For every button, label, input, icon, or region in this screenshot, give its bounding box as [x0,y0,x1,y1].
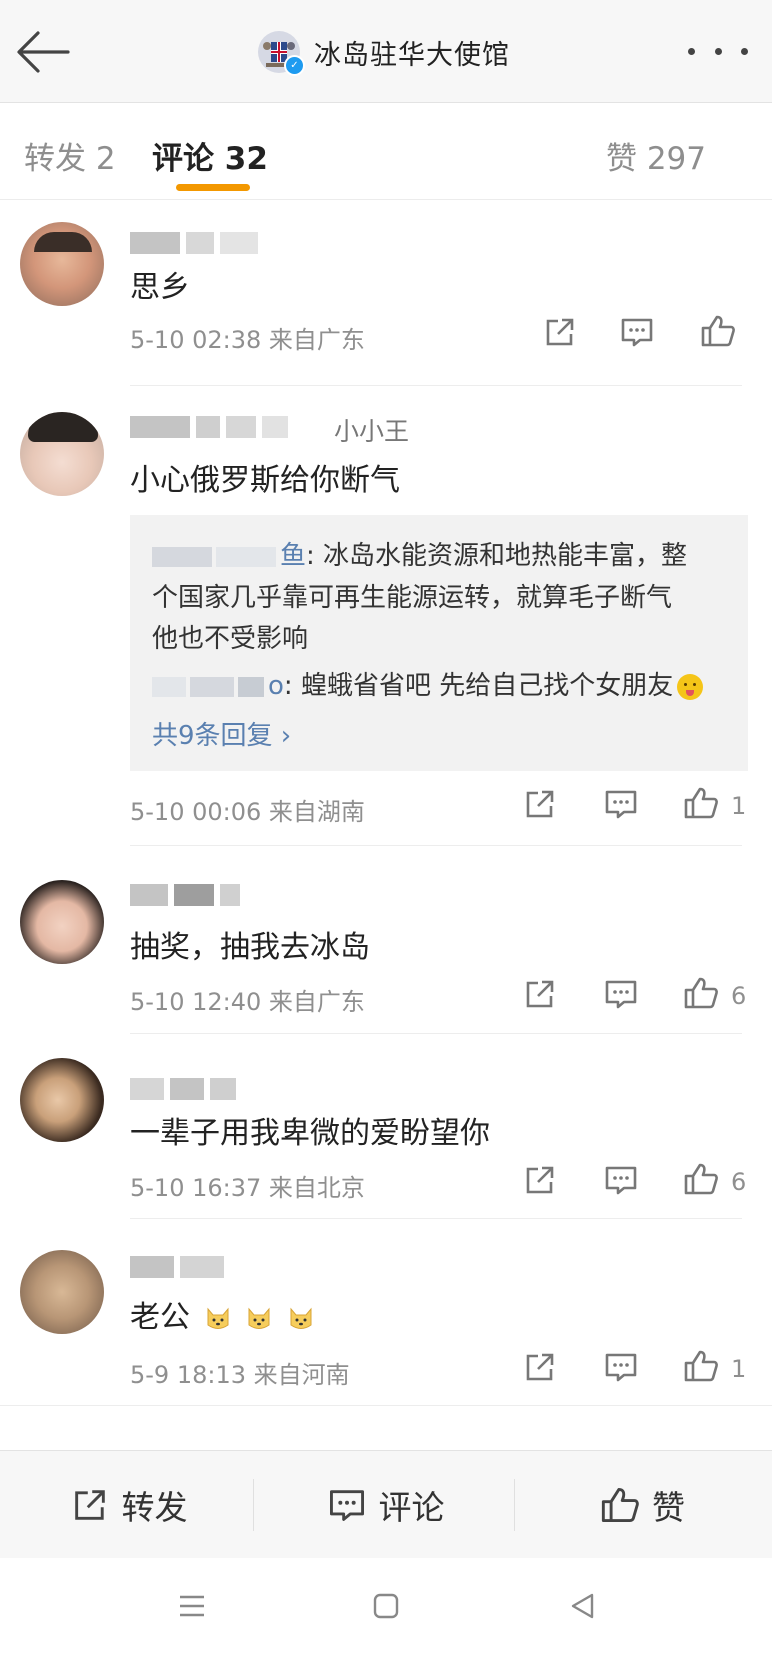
user-avatar[interactable] [20,1250,104,1334]
username-blurred[interactable] [130,1078,242,1100]
doge-emoji-icon [248,1307,270,1329]
active-tab-indicator [176,184,250,191]
account-header[interactable]: ✓ 冰岛驻华大使馆 [258,26,510,78]
home-icon[interactable] [368,1588,404,1624]
username-blurred[interactable] [130,232,264,254]
like-label: 赞 [652,1488,685,1527]
back-nav-icon[interactable] [565,1588,601,1624]
user-avatar[interactable] [20,880,104,964]
comment-text: 抽奖，抽我去冰岛 [130,930,370,965]
top-navigation-bar: ✓ 冰岛驻华大使馆 [0,0,772,103]
like-icon[interactable] [700,313,736,349]
comment-meta: 5-10 02:38 来自广东 [130,326,365,354]
like-icon[interactable] [683,975,719,1011]
comment-text: 小心俄罗斯给你断气 [130,463,400,498]
comment-text-content: 老公 [130,1300,190,1335]
doge-emoji-icon [290,1307,312,1329]
comment-button[interactable]: 评论 [257,1451,514,1559]
comment-meta: 5-9 18:13 来自河南 [130,1361,350,1389]
reply-author[interactable]: o [268,671,284,701]
menu-icon[interactable] [174,1588,210,1624]
page-title: 冰岛驻华大使馆 [314,39,510,71]
embassy-logo-avatar[interactable]: ✓ [258,31,305,76]
username-blurred[interactable] [130,884,246,906]
bottom-action-bar: 转发 评论 赞 [0,1450,772,1559]
reply-icon[interactable] [603,786,639,822]
reply-text: : 蝗蛾省省吧 先给自己找个女朋友 [283,671,674,701]
like-button[interactable]: 赞 [514,1451,771,1559]
tongue-out-emoji-icon [677,673,704,700]
repost-label: 转发 [121,1488,188,1527]
like-count: 6 [731,982,747,1010]
reply-author[interactable]: 鱼 [280,541,306,571]
comment-meta: 5-10 12:40 来自广东 [130,988,365,1016]
share-icon[interactable] [522,1349,558,1385]
tab-bar: 转发 2 评论 32 赞 297 [0,103,772,200]
tab-comments[interactable]: 评论 32 [152,133,268,178]
system-navigation-bar [0,1558,772,1654]
user-avatar[interactable] [20,222,104,306]
divider [130,1218,742,1219]
like-icon[interactable] [683,785,719,821]
back-arrow-icon[interactable] [14,28,72,76]
comment-text: 一辈子用我卑微的爱盼望你 [130,1116,490,1151]
user-avatar[interactable] [20,412,104,496]
reply-text-line: 个国家几乎靠可再生能源运转，就算毛子断气 [152,583,673,613]
verified-badge-icon: ✓ [284,55,305,76]
like-icon [601,1488,639,1522]
comment-text: 思乡 [130,270,190,305]
reply-text-line: 他也不受影响 [152,624,309,654]
tab-repost[interactable]: 转发 2 [24,133,116,178]
like-icon[interactable] [683,1161,719,1197]
username-suffix[interactable]: 小小王 [334,412,409,448]
divider [130,1033,742,1034]
reply-icon[interactable] [603,1349,639,1385]
comment-label: 评论 [378,1488,445,1527]
divider [130,845,742,846]
comment-meta: 5-10 16:37 来自北京 [130,1174,365,1202]
divider [130,385,742,386]
share-icon[interactable] [542,314,578,350]
like-count: 6 [731,1168,747,1196]
comment-icon [329,1490,364,1521]
username-blurred[interactable] [130,1256,230,1278]
share-icon[interactable] [522,976,558,1012]
like-icon[interactable] [683,1348,719,1384]
view-more-replies-link[interactable]: 共9条回复 › [152,715,291,752]
share-icon[interactable] [522,1162,558,1198]
more-options-icon[interactable] [688,36,748,66]
user-avatar[interactable] [20,1058,104,1142]
reply-icon[interactable] [603,976,639,1012]
replies-preview[interactable]: 鱼: 冰岛水能资源和地热能丰富，整 个国家几乎靠可再生能源运转，就算毛子断气 他… [130,515,748,771]
reply-icon[interactable] [603,1162,639,1198]
repost-button[interactable]: 转发 [0,1451,257,1559]
comment-text: 老公 [130,1292,315,1336]
separator [253,1479,254,1531]
divider [0,1405,772,1406]
doge-emoji-icon [207,1307,229,1329]
reply-icon[interactable] [619,314,655,350]
username-blurred[interactable] [130,416,294,438]
like-count: 1 [731,792,747,820]
like-count: 1 [731,1355,747,1383]
comment-meta: 5-10 00:06 来自湖南 [130,798,365,826]
share-icon[interactable] [522,786,558,822]
tab-likes[interactable]: 赞 297 [606,133,706,178]
reply-item[interactable]: 鱼: 冰岛水能资源和地热能丰富，整 [152,535,687,572]
reply-item[interactable]: o: 蝗蛾省省吧 先给自己找个女朋友 [152,665,704,702]
repost-icon [74,1490,105,1520]
reply-text: : 冰岛水能资源和地热能丰富，整 [306,541,688,571]
